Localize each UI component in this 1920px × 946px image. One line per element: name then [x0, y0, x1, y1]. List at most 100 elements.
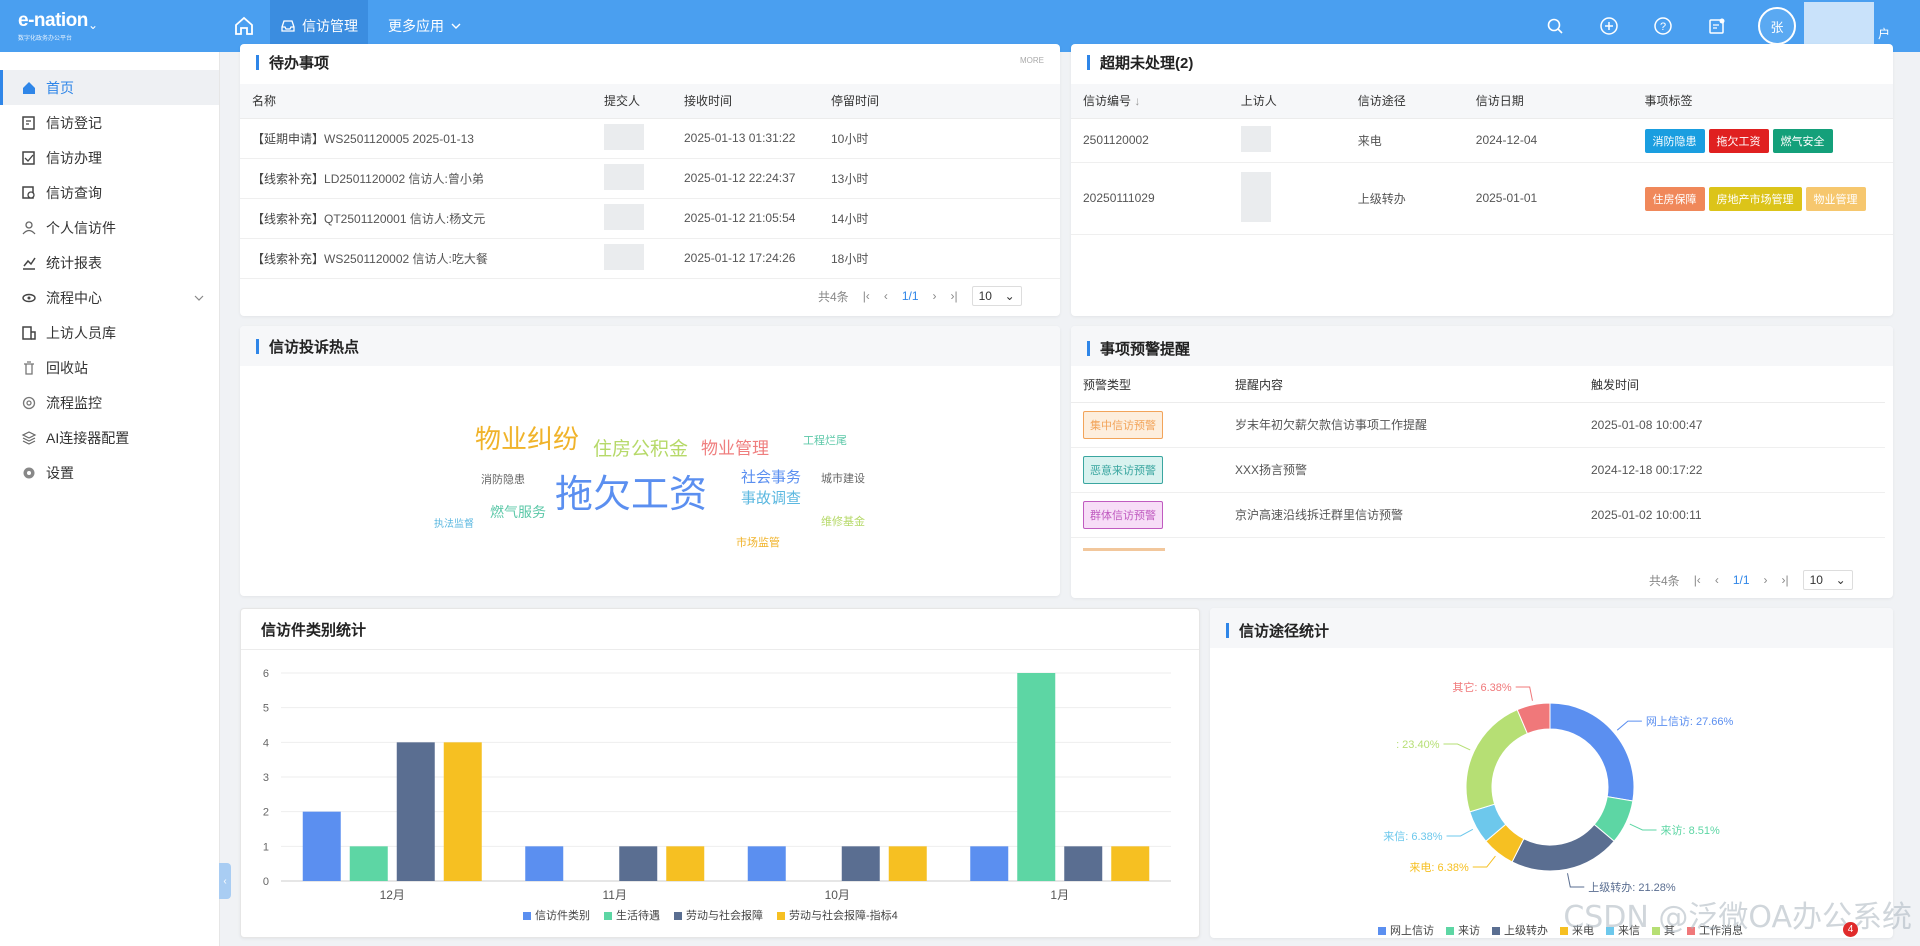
sidebar-item-label: 流程监控 — [46, 394, 102, 411]
issue-tag[interactable]: 物业管理 — [1805, 187, 1866, 211]
todo-row-name[interactable]: 【延期申请】WS2501120005 2025-01-13 — [240, 118, 604, 159]
y-tick-label: 1 — [263, 841, 269, 853]
todo-row[interactable]: 【线索补充】QT2501120001 信访人:杨文元 2025-01-12 21:… — [240, 198, 1060, 239]
sidebar-item-7[interactable]: 上访人员库 — [0, 315, 219, 350]
todo-row-name[interactable]: 【线索补充】QT2501120001 信访人:杨文元 — [240, 198, 604, 239]
issue-tag[interactable]: 消防隐患 — [1644, 129, 1705, 153]
first-page-icon[interactable]: |‹ — [1694, 573, 1701, 587]
hotspot-word[interactable]: 燃气服务 — [490, 502, 546, 522]
legend-item[interactable]: 劳动与社会报障-指标4 — [777, 907, 898, 923]
y-tick-label: 2 — [263, 807, 269, 819]
sidebar-item-label: AI连接器配置 — [46, 429, 130, 446]
legend-item[interactable]: 劳动与社会报障 — [674, 907, 763, 923]
todo-row-name[interactable]: 【线索补充】WS2501120002 信访人:吃大餐 — [240, 238, 604, 279]
more-apps-label: 更多应用 — [388, 18, 444, 34]
todo-more-link[interactable]: MORE — [1020, 56, 1044, 65]
todo-page-size-select[interactable]: 10 ⌄ — [971, 286, 1022, 306]
legend-item[interactable]: 来访 — [1446, 922, 1480, 938]
sidebar-item-1[interactable]: 信访登记 — [0, 105, 219, 140]
last-page-icon[interactable]: ›| — [1782, 573, 1789, 587]
notification-icon[interactable] — [1704, 13, 1730, 39]
hotspot-word[interactable]: 维修基金 — [821, 513, 865, 529]
sidebar-item-10[interactable]: AI连接器配置 — [0, 420, 219, 455]
issue-tag[interactable]: 燃气安全 — [1772, 129, 1833, 153]
sidebar-item-3[interactable]: 信访查询 — [0, 175, 219, 210]
next-page-icon[interactable]: › — [933, 289, 937, 303]
home-icon[interactable] — [232, 14, 256, 38]
hotspot-word[interactable]: 消防隐患 — [481, 471, 525, 487]
sidebar-item-0[interactable]: 首页 — [0, 70, 219, 105]
petitioner-blurred — [1240, 171, 1271, 222]
warning-page-size-select[interactable]: 10 ⌄ — [1802, 570, 1853, 590]
hotspot-word[interactable]: 物业纠纷 — [475, 419, 579, 456]
todo-row[interactable]: 【线索补充】LD2501120002 信访人:曾小弟 2025-01-12 22:… — [240, 158, 1060, 199]
legend-item[interactable]: 信访件类别 — [523, 907, 590, 923]
overdue-col-id[interactable]: 信访编号 ↓ — [1071, 84, 1241, 119]
warning-row[interactable]: 群体信访预警 京沪高速沿线拆迁群里信访预警 2025-01-02 10:00:11 — [1071, 492, 1885, 538]
prev-page-icon[interactable]: ‹ — [884, 289, 888, 303]
prev-page-icon[interactable]: ‹ — [1715, 573, 1719, 587]
hotspot-word[interactable]: 物业管理 — [701, 434, 769, 459]
add-icon[interactable] — [1596, 13, 1622, 39]
todo-row-tag: 【线索补充】 — [252, 251, 325, 266]
sort-arrow-icon[interactable]: ↓ — [1134, 94, 1140, 108]
sidebar-item-9[interactable]: 流程监控 — [0, 385, 219, 420]
help-icon[interactable]: ? — [1650, 13, 1676, 39]
legend-item[interactable]: 生活待遇 — [604, 907, 660, 923]
sidebar-item-2[interactable]: 信访办理 — [0, 140, 219, 175]
todo-row-stay: 10小时 — [831, 118, 1060, 159]
sidebar-item-5[interactable]: 统计报表 — [0, 245, 219, 280]
label-leader — [1472, 855, 1496, 868]
issue-tag[interactable]: 拖欠工资 — [1708, 129, 1769, 153]
notification-badge: 4 — [1843, 922, 1858, 937]
sidebar-collapse-handle[interactable]: ‹ — [219, 863, 231, 899]
first-page-icon[interactable]: |‹ — [863, 289, 870, 303]
hotspot-word[interactable]: 社会事务 — [741, 466, 801, 487]
user-avatar[interactable]: 张 — [1757, 7, 1796, 45]
logo-chevron-icon[interactable]: ⌄ — [88, 18, 98, 32]
hotspot-word[interactable]: 事故调查 — [741, 487, 801, 508]
category-chart-title: 信访件类别统计 — [261, 622, 367, 639]
x-tick-label: 1月 — [1050, 888, 1069, 902]
overdue-row-id[interactable]: 2501120002 — [1071, 118, 1241, 163]
todo-row-name[interactable]: 【线索补充】LD2501120002 信访人:曾小弟 — [240, 158, 604, 199]
legend-item[interactable]: 上级转办 — [1492, 922, 1548, 938]
hotspot-word[interactable]: 城市建设 — [821, 470, 865, 486]
warning-col-type: 预警类型 — [1071, 368, 1235, 403]
warning-title: 事项预警提醒 — [1087, 334, 1190, 362]
hotspot-word[interactable]: 住房公积金 — [593, 434, 688, 461]
overdue-row[interactable]: 20250111029 上级转办 2025-01-01 住房保障 房地产市场管理 物业管理 — [1071, 162, 1893, 235]
todo-panel: 待办事项 MORE 名称 提交人 接收时间 停留时间 【延期申请】WS25011… — [240, 44, 1060, 316]
chevron-down-icon[interactable] — [193, 291, 205, 307]
warning-row-content[interactable]: XXX扬言预警 — [1235, 447, 1591, 493]
warning-row[interactable]: 集中信访预警 岁末年初欠薪欠款信访事项工作提醒 2025-01-08 10:00:4… — [1071, 402, 1885, 448]
warning-row-content[interactable]: 京沪高速沿线拆迁群里信访预警 — [1235, 492, 1591, 538]
warning-row[interactable]: 恶意来访预警 XXX扬言预警 2024-12-18 00:17:22 — [1071, 447, 1885, 493]
todo-row[interactable]: 【延期申请】WS2501120005 2025-01-13 2025-01-13 … — [240, 118, 1060, 159]
issue-tag[interactable]: 住房保障 — [1644, 187, 1705, 211]
hotspot-word[interactable]: 执法监督 — [434, 515, 474, 530]
overdue-row[interactable]: 2501120002 来电 2024-12-04 消防隐患 拖欠工资 燃气安全 — [1071, 118, 1893, 163]
sidebar-item-6[interactable]: 流程中心 — [0, 280, 219, 315]
sidebar-item-8[interactable]: 回收站 — [0, 350, 219, 385]
app-logo[interactable]: e-nation — [18, 10, 88, 32]
hotspot-word[interactable]: 工程烂尾 — [803, 432, 847, 448]
overdue-row-id[interactable]: 20250111029 — [1071, 162, 1241, 235]
last-page-icon[interactable]: ›| — [951, 289, 958, 303]
person-icon — [20, 219, 38, 237]
next-page-icon[interactable]: › — [1764, 573, 1768, 587]
legend-swatch — [523, 912, 531, 921]
legend-item[interactable]: 网上信访 — [1378, 922, 1434, 938]
username-blurred[interactable] — [1803, 2, 1874, 50]
sidebar-item-11[interactable]: 设置 — [0, 455, 219, 490]
overdue-row-tags: 住房保障 房地产市场管理 物业管理 — [1644, 162, 1893, 235]
search-icon[interactable] — [1542, 13, 1568, 39]
hotspot-word[interactable]: 市场监管 — [736, 534, 780, 550]
todo-row[interactable]: 【线索补充】WS2501120002 信访人:吃大餐 2025-01-12 17:… — [240, 238, 1060, 279]
issue-tag[interactable]: 房地产市场管理 — [1708, 187, 1802, 211]
sidebar-item-label: 信访查询 — [46, 184, 102, 201]
legend-swatch — [674, 912, 682, 921]
sidebar-item-4[interactable]: 个人信访件 — [0, 210, 219, 245]
warning-row-content[interactable]: 岁末年初欠薪欠款信访事项工作提醒 — [1235, 402, 1591, 448]
hotspot-word[interactable]: 拖欠工资 — [555, 463, 707, 518]
